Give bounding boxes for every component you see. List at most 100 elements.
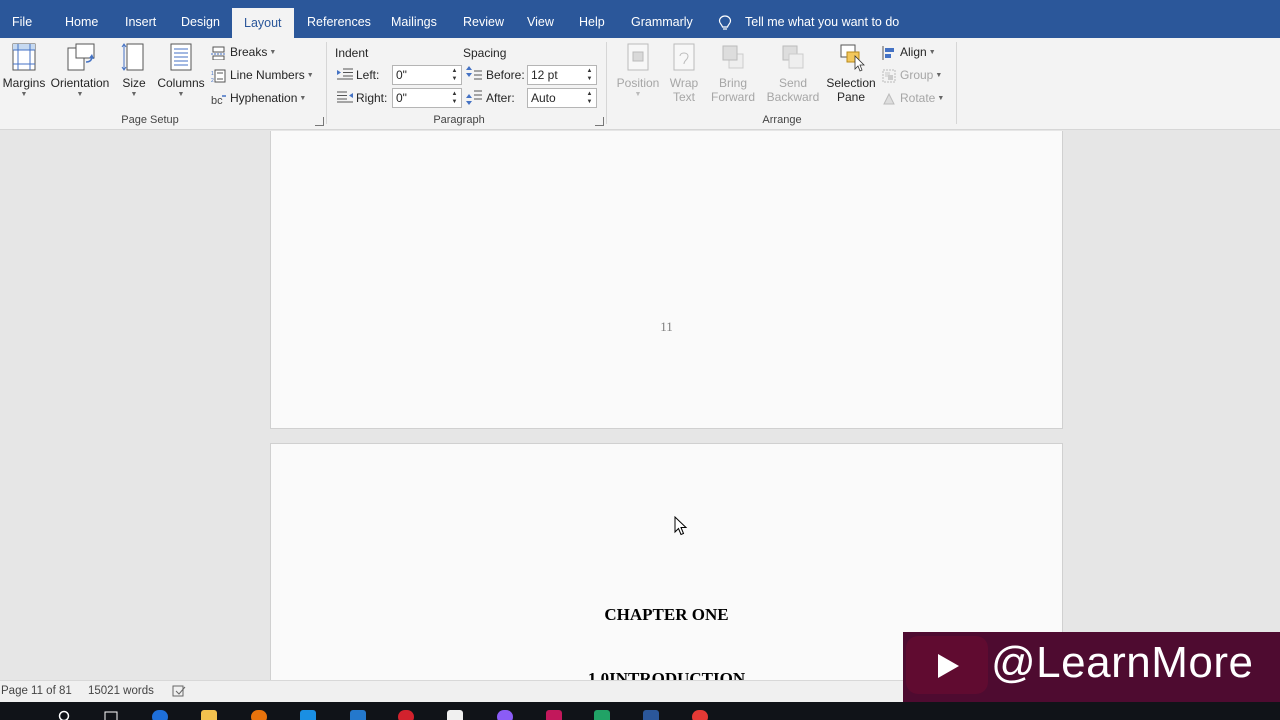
group-icon <box>882 69 896 83</box>
chevron-down-icon: ▼ <box>299 94 307 102</box>
paragraph-group-label: Paragraph <box>433 114 485 126</box>
file-explorer-icon[interactable] <box>201 710 217 720</box>
wrap-text-button[interactable]: Wrap Text <box>664 42 704 104</box>
paragraph-launcher-icon[interactable] <box>595 117 604 126</box>
spinner-arrows-icon[interactable]: ▲ ▼ <box>585 90 594 106</box>
proofing-icon[interactable] <box>172 685 186 697</box>
vscode-icon[interactable] <box>350 710 366 720</box>
spacing-after-icon <box>466 90 482 105</box>
spinner-arrows-icon[interactable]: ▲ ▼ <box>585 67 594 83</box>
word-icon[interactable] <box>643 710 659 720</box>
columns-label: Columns <box>157 76 205 90</box>
tab-review[interactable]: Review <box>463 0 504 38</box>
group-button[interactable]: Group ▼ <box>882 65 942 85</box>
tell-me-search[interactable]: Tell me what you want to do <box>718 0 899 38</box>
align-button[interactable]: Align ▼ <box>882 42 936 62</box>
spinner-arrows-icon[interactable]: ▲ ▼ <box>450 90 459 106</box>
spacing-after-input[interactable] <box>528 89 582 107</box>
indent-left-field[interactable]: ▲▼ <box>392 65 462 85</box>
spacing-before-input[interactable] <box>528 66 582 84</box>
bring-forward-button[interactable]: Bring Forward <box>705 42 761 104</box>
tab-grammarly[interactable]: Grammarly <box>631 0 693 38</box>
rotate-button[interactable]: Rotate ▼ <box>882 88 944 108</box>
arrange-group-label: Arrange <box>762 114 802 126</box>
tab-insert[interactable]: Insert <box>125 0 156 38</box>
youtube-overlay[interactable]: @LearnMore <box>903 632 1280 702</box>
line-numbers-button[interactable]: 1 2 Line Numbers ▼ <box>211 65 314 85</box>
indent-right-field[interactable]: ▲▼ <box>392 88 462 108</box>
size-button[interactable]: Size ▼ <box>117 42 151 99</box>
selection-pane-button[interactable]: Selection Pane <box>824 42 878 104</box>
send-backward-button[interactable]: Send Backward <box>762 42 824 104</box>
spinner-arrows-icon[interactable]: ▲ ▼ <box>450 67 459 83</box>
group-label: Group <box>900 68 934 82</box>
media-icon[interactable] <box>546 710 562 720</box>
search-icon[interactable] <box>58 710 72 720</box>
orientation-label: Orientation <box>50 76 110 90</box>
chapter-heading: CHAPTER ONE <box>604 605 729 624</box>
chevron-down-icon: ▼ <box>937 94 945 102</box>
channel-handle: @LearnMore <box>991 638 1254 687</box>
columns-icon <box>170 43 192 71</box>
indent-right-label: Right: <box>356 91 388 105</box>
tab-home[interactable]: Home <box>65 0 98 38</box>
document-icon[interactable] <box>447 710 463 720</box>
bring-forward-label-1: Bring <box>718 76 747 90</box>
indent-left-icon <box>337 68 353 80</box>
indent-right-input[interactable] <box>393 89 447 107</box>
excel-icon[interactable] <box>594 710 610 720</box>
chevron-down-icon: ▼ <box>177 91 185 98</box>
indent-left-input[interactable] <box>393 66 447 84</box>
group-divider <box>956 42 957 124</box>
svg-text:1: 1 <box>211 71 214 77</box>
spacing-before-field[interactable]: ▲▼ <box>527 65 597 85</box>
tab-layout[interactable]: Layout <box>232 8 294 38</box>
tab-mailings[interactable]: Mailings <box>391 0 437 38</box>
task-view-icon[interactable] <box>104 710 120 720</box>
tab-help[interactable]: Help <box>579 0 605 38</box>
indent-left-label: Left: <box>356 68 380 82</box>
hyphenation-button[interactable]: bc Hyphenation ▼ <box>211 88 306 108</box>
chevron-down-icon: ▼ <box>130 91 138 98</box>
tab-design[interactable]: Design <box>181 0 220 38</box>
page-setup-group-label: Page Setup <box>121 114 179 126</box>
orientation-button[interactable]: Orientation ▼ <box>49 42 111 99</box>
selection-pane-icon <box>840 44 865 72</box>
tab-references[interactable]: References <box>307 0 371 38</box>
tab-file[interactable]: File <box>12 0 32 38</box>
breaks-button[interactable]: Breaks ▼ <box>211 42 276 62</box>
word-count[interactable]: 15021 words <box>88 685 154 697</box>
tab-view[interactable]: View <box>527 0 554 38</box>
opera-icon[interactable] <box>398 710 414 720</box>
ribbon: Margins ▼ Orientation ▼ Size ▼ Columns ▼… <box>0 38 1280 130</box>
indent-right-icon <box>337 91 353 103</box>
page-setup-launcher-icon[interactable] <box>315 117 324 126</box>
columns-button[interactable]: Columns ▼ <box>155 42 207 99</box>
mouse-cursor-icon <box>674 516 688 536</box>
chevron-down-icon: ▼ <box>20 91 28 98</box>
menu-bar: File Home Insert Design Layout Reference… <box>0 0 1280 38</box>
spacing-after-field[interactable]: ▲▼ <box>527 88 597 108</box>
spacing-heading: Spacing <box>463 46 507 60</box>
margins-icon <box>12 43 36 71</box>
edge-icon[interactable] <box>152 710 168 720</box>
size-label: Size <box>122 76 146 90</box>
send-backward-label-1: Send <box>778 76 808 90</box>
tell-me-text: Tell me what you want to do <box>745 15 900 29</box>
line-numbers-icon: 1 2 <box>211 69 226 83</box>
firefox-icon[interactable] <box>251 710 267 720</box>
app-icon[interactable] <box>497 710 513 720</box>
svg-text:bc: bc <box>211 95 223 106</box>
chevron-down-icon: ▼ <box>306 71 314 79</box>
chrome-icon[interactable] <box>692 710 708 720</box>
selection-pane-label-2: Pane <box>836 90 866 104</box>
position-button[interactable]: Position ▼ <box>614 42 662 99</box>
margins-button[interactable]: Margins ▼ <box>2 42 46 99</box>
wrap-text-label-1: Wrap <box>669 76 699 90</box>
hyphenation-icon: bc <box>211 95 226 106</box>
spacing-before-icon <box>466 66 482 80</box>
document-page-11[interactable]: 11 <box>270 131 1063 429</box>
position-label: Position <box>616 76 660 90</box>
page-count[interactable]: Page 11 of 81 <box>1 685 72 697</box>
zoom-icon[interactable] <box>300 710 316 720</box>
